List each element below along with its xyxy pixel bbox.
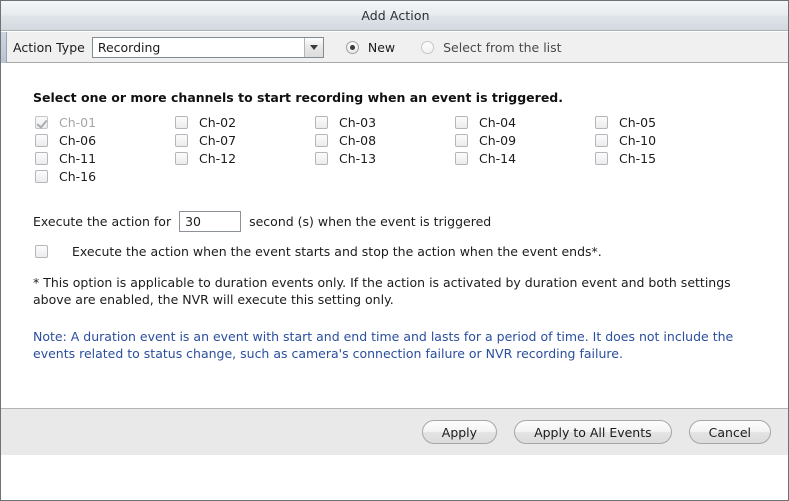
channel-label: Ch-13 <box>339 150 377 166</box>
channel-label: Ch-06 <box>59 132 97 148</box>
checkbox-indicator <box>35 151 48 165</box>
checkbox-indicator <box>35 245 48 258</box>
channel-label: Ch-01 <box>59 114 97 130</box>
checkbox-indicator <box>175 151 188 165</box>
channel-label: Ch-03 <box>339 114 377 130</box>
channel-label: Ch-04 <box>479 114 517 130</box>
toolbar-accent-strip <box>1 31 7 63</box>
checkbox-indicator <box>595 115 608 129</box>
checkbox-indicator <box>455 115 468 129</box>
checkbox-indicator <box>35 169 48 183</box>
add-action-dialog: Add Action Action Type Recording New Sel… <box>0 0 789 501</box>
start-stop-checkbox-label: Execute the action when the event starts… <box>72 244 602 259</box>
channel-row: Ch-16 <box>35 167 735 185</box>
channel-checkbox-ch-12[interactable]: Ch-12 <box>175 149 315 167</box>
duration-prefix-label: Execute the action for <box>33 214 172 229</box>
duration-input[interactable]: 30 <box>179 211 242 232</box>
checkbox-indicator <box>315 133 328 147</box>
channel-checkbox-ch-13[interactable]: Ch-13 <box>315 149 455 167</box>
channel-label: Ch-16 <box>59 168 97 184</box>
action-type-toolbar: Action Type Recording New Select from th… <box>1 31 788 63</box>
channel-checkbox-ch-03[interactable]: Ch-03 <box>315 113 455 131</box>
checkbox-indicator <box>175 133 188 147</box>
duration-row: Execute the action for 30 second (s) whe… <box>33 211 491 232</box>
channel-label: Ch-02 <box>199 114 237 130</box>
channel-label: Ch-10 <box>619 132 657 148</box>
checkbox-indicator <box>455 151 468 165</box>
cancel-button[interactable]: Cancel <box>688 420 771 444</box>
apply-button[interactable]: Apply <box>421 420 498 444</box>
dialog-body: Select one or more channels to start rec… <box>1 63 788 455</box>
radio-select-from-list-label: Select from the list <box>443 39 562 55</box>
checkbox-indicator <box>595 151 608 165</box>
checkbox-indicator <box>175 115 188 129</box>
channel-label: Ch-08 <box>339 132 377 148</box>
channel-checkbox-ch-07[interactable]: Ch-07 <box>175 131 315 149</box>
duration-suffix-label: second (s) when the event is triggered <box>249 214 492 229</box>
action-source-radio-group: New Select from the list <box>345 39 588 55</box>
channel-checkbox-ch-05[interactable]: Ch-05 <box>595 113 735 131</box>
action-type-select[interactable]: Recording <box>91 36 324 58</box>
channel-row: Ch-06 Ch-07 Ch-08 Ch-09 Ch-10 <box>35 131 735 149</box>
channel-checkbox-ch-01[interactable]: Ch-01 <box>35 113 175 131</box>
note-text: Note: A duration event is an event with … <box>33 329 734 361</box>
channel-label: Ch-09 <box>479 132 517 148</box>
checkbox-indicator <box>315 115 328 129</box>
channel-checkbox-ch-14[interactable]: Ch-14 <box>455 149 595 167</box>
action-type-label: Action Type <box>13 39 85 55</box>
chevron-down-glyph <box>309 44 318 50</box>
chevron-down-icon[interactable] <box>303 37 323 57</box>
radio-select-from-list-indicator <box>421 40 435 54</box>
channel-label: Ch-14 <box>479 150 517 166</box>
channel-checkbox-ch-04[interactable]: Ch-04 <box>455 113 595 131</box>
radio-select-from-list[interactable]: Select from the list <box>421 39 562 55</box>
checkbox-indicator <box>35 115 48 129</box>
channel-checkbox-ch-08[interactable]: Ch-08 <box>315 131 455 149</box>
channel-checkbox-ch-16[interactable]: Ch-16 <box>35 167 175 185</box>
channel-checkbox-ch-09[interactable]: Ch-09 <box>455 131 595 149</box>
start-stop-checkbox[interactable]: Execute the action when the event starts… <box>35 244 602 259</box>
channel-checkbox-ch-11[interactable]: Ch-11 <box>35 149 175 167</box>
action-type-selected-value: Recording <box>97 39 161 55</box>
checkbox-indicator <box>315 151 328 165</box>
channel-label: Ch-15 <box>619 150 657 166</box>
channel-checkbox-ch-06[interactable]: Ch-06 <box>35 131 175 149</box>
footnote-text: * This option is applicable to duration … <box>33 275 731 307</box>
channels-instruction: Select one or more channels to start rec… <box>33 90 563 105</box>
channel-checkbox-ch-15[interactable]: Ch-15 <box>595 149 735 167</box>
channel-label: Ch-12 <box>199 150 237 166</box>
radio-new[interactable]: New <box>345 39 396 55</box>
dialog-footer: Apply Apply to All Events Cancel <box>1 408 788 455</box>
channel-row: Ch-01 Ch-02 Ch-03 Ch-04 Ch-05 <box>35 113 735 131</box>
dialog-titlebar: Add Action <box>1 1 788 31</box>
channel-label: Ch-05 <box>619 114 657 130</box>
channel-row: Ch-11 Ch-12 Ch-13 Ch-14 Ch-15 <box>35 149 735 167</box>
checkbox-indicator <box>455 133 468 147</box>
apply-to-all-events-button[interactable]: Apply to All Events <box>514 420 672 444</box>
dialog-title: Add Action <box>361 8 430 23</box>
checkbox-indicator <box>35 133 48 147</box>
channel-checkbox-ch-10[interactable]: Ch-10 <box>595 131 735 149</box>
channel-checkbox-grid: Ch-01 Ch-02 Ch-03 Ch-04 Ch-05 Ch-06 Ch-0… <box>35 113 735 185</box>
channel-checkbox-ch-02[interactable]: Ch-02 <box>175 113 315 131</box>
channel-label: Ch-11 <box>59 150 97 166</box>
radio-new-indicator <box>345 40 359 54</box>
checkbox-indicator <box>595 133 608 147</box>
channel-label: Ch-07 <box>199 132 237 148</box>
radio-new-label: New <box>367 39 396 55</box>
